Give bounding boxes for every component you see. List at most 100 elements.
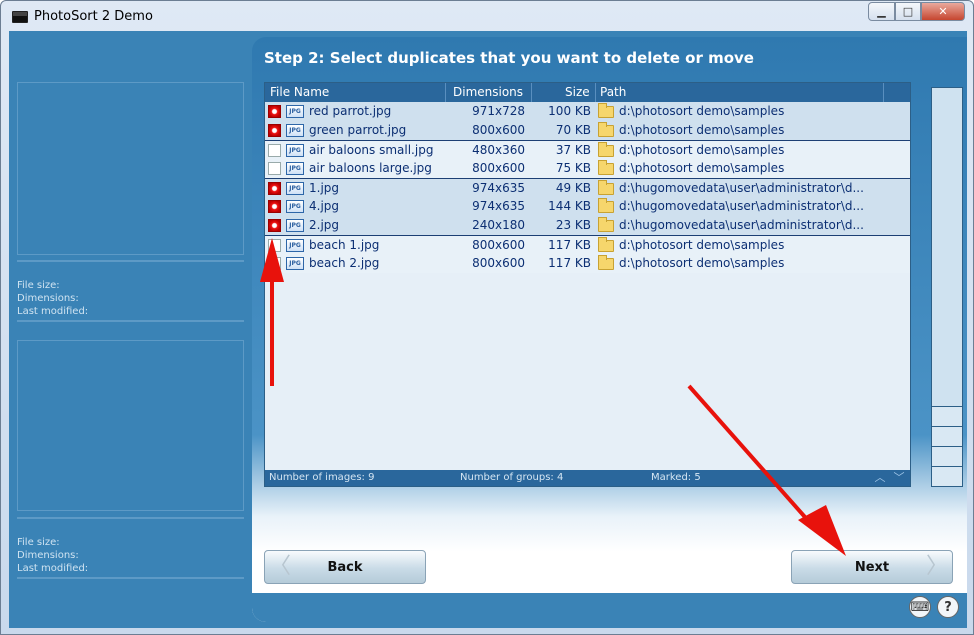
file-name-cell: 4.jpg	[309, 199, 340, 213]
close-button[interactable]: ✕	[921, 2, 965, 21]
file-name-cell: beach 1.jpg	[309, 238, 380, 252]
back-button[interactable]: 〈 Back	[264, 550, 426, 584]
file-name-cell: red parrot.jpg	[309, 104, 392, 118]
table-row[interactable]: JPG red parrot.jpg 971x728 100 KB d:\photoso…	[265, 102, 910, 121]
table-row[interactable]: JPG air baloons large.jpg 800x600 75 KB d:\p…	[265, 159, 910, 178]
scrollbar-segment[interactable]	[932, 406, 962, 426]
keyboard-icon[interactable]: ⌨	[909, 596, 931, 618]
table-footer: Number of images: 9 Number of groups: 4 …	[265, 470, 910, 486]
column-file-name[interactable]: File Name	[270, 85, 329, 99]
dimensions-cell: 971x728	[472, 104, 525, 118]
image-count: Number of images: 9	[269, 472, 375, 483]
jpg-file-icon: JPG	[286, 105, 304, 118]
table-body: JPG red parrot.jpg 971x728 100 KB d:\photoso…	[265, 102, 910, 273]
next-button[interactable]: Next 〉	[791, 550, 953, 584]
app-icon	[12, 11, 28, 23]
jpg-file-icon: JPG	[286, 239, 304, 252]
folder-icon	[598, 180, 614, 195]
duplicates-table: File Name Dimensions Size Path JPG red pa…	[264, 82, 911, 487]
vertical-scrollbar[interactable]	[931, 87, 963, 487]
jpg-file-icon: JPG	[286, 144, 304, 157]
column-path[interactable]: Path	[600, 85, 626, 99]
folder-icon	[598, 142, 614, 157]
back-chevron-icon: 〈	[269, 554, 292, 579]
main-panel: Step 2: Select duplicates that you want …	[252, 37, 967, 622]
table-row[interactable]: JPG 2.jpg 240x180 23 KB d:\hugomovedata\user…	[265, 216, 910, 235]
left-panel: File size: Dimensions: Last modified: Fi…	[9, 31, 249, 628]
dimensions-cell: 800x600	[472, 238, 525, 252]
preview-bottom-meta: File size: Dimensions: Last modified:	[17, 536, 88, 575]
path-cell: d:\photosort demo\samples	[619, 256, 785, 270]
preview-top	[17, 82, 244, 255]
dimensions-label: Dimensions:	[17, 293, 79, 304]
next-chevron-icon: 〉	[926, 554, 949, 579]
size-cell: 144 KB	[548, 199, 591, 213]
marked-checkbox-icon[interactable]	[268, 200, 281, 213]
size-cell: 70 KB	[555, 123, 591, 137]
column-size[interactable]: Size	[565, 85, 590, 99]
maximize-button[interactable]: □	[895, 2, 921, 21]
jpg-file-icon: JPG	[286, 200, 304, 213]
scrollbar-segment[interactable]	[932, 426, 962, 446]
table-row[interactable]: JPG 1.jpg 974x635 49 KB d:\hugomovedata\user…	[265, 178, 910, 197]
size-cell: 117 KB	[548, 238, 591, 252]
checkbox[interactable]	[268, 239, 281, 252]
file-name-cell: 1.jpg	[309, 181, 340, 195]
folder-icon	[598, 103, 614, 118]
last-modified-label: Last modified:	[17, 306, 89, 317]
marked-count: Marked: 5	[651, 472, 701, 483]
minimize-button[interactable]: ▁	[868, 2, 895, 21]
title-bar: PhotoSort 2 Demo ▁ □ ✕	[1, 1, 973, 31]
dimensions-cell: 974x635	[472, 199, 525, 213]
help-icon[interactable]: ?	[937, 596, 959, 618]
checkbox[interactable]	[268, 257, 281, 270]
minimize-icon: ▁	[877, 5, 886, 18]
table-row[interactable]: JPG green parrot.jpg 800x600 70 KB d:\photos…	[265, 121, 910, 140]
scrollbar-segment[interactable]	[932, 446, 962, 466]
jpg-file-icon: JPG	[286, 162, 304, 175]
path-cell: d:\photosort demo\samples	[619, 123, 785, 137]
scroll-down-icon[interactable]: ﹀	[892, 472, 906, 484]
column-divider	[531, 83, 532, 102]
jpg-file-icon: JPG	[286, 124, 304, 137]
back-label: Back	[327, 559, 363, 575]
separator	[17, 320, 244, 322]
preview-top-meta: File size: Dimensions: Last modified:	[17, 279, 88, 318]
table-row[interactable]: JPG 4.jpg 974x635 144 KB d:\hugomovedata\use…	[265, 197, 910, 216]
bottom-strip: ⌨ ?	[252, 593, 967, 622]
folder-icon	[598, 237, 614, 252]
folder-icon	[598, 122, 614, 137]
dimensions-label: Dimensions:	[17, 550, 79, 561]
preview-bottom	[17, 340, 244, 511]
table-row[interactable]: JPG beach 2.jpg 800x600 117 KB d:\photosort …	[265, 254, 910, 273]
checkbox[interactable]	[268, 162, 281, 175]
column-dimensions[interactable]: Dimensions	[453, 85, 523, 99]
scroll-up-icon[interactable]: ︿	[873, 472, 887, 484]
table-row[interactable]: JPG air baloons small.jpg 480x360 37 KB d:\p…	[265, 140, 910, 159]
file-name-cell: green parrot.jpg	[309, 123, 407, 137]
table-row[interactable]: JPG beach 1.jpg 800x600 117 KB d:\photosort …	[265, 235, 910, 254]
dimensions-cell: 240x180	[472, 218, 525, 232]
column-divider	[445, 83, 446, 102]
file-name-cell: beach 2.jpg	[309, 256, 380, 270]
path-cell: d:\hugomovedata\user\administrator\d...	[619, 199, 864, 213]
dimensions-cell: 800x600	[472, 123, 525, 137]
jpg-file-icon: JPG	[286, 182, 304, 195]
next-label: Next	[854, 559, 890, 575]
jpg-file-icon: JPG	[286, 257, 304, 270]
marked-checkbox-icon[interactable]	[268, 182, 281, 195]
scrollbar-segment[interactable]	[932, 466, 962, 486]
folder-icon	[598, 198, 614, 213]
marked-checkbox-icon[interactable]	[268, 124, 281, 137]
folder-icon	[598, 217, 614, 232]
file-size-label: File size:	[17, 280, 60, 291]
jpg-file-icon: JPG	[286, 219, 304, 232]
file-name-cell: 2.jpg	[309, 218, 340, 232]
marked-checkbox-icon[interactable]	[268, 105, 281, 118]
window-title: PhotoSort 2 Demo	[34, 9, 153, 24]
path-cell: d:\hugomovedata\user\administrator\d...	[619, 218, 864, 232]
dimensions-cell: 800x600	[472, 256, 525, 270]
maximize-icon: □	[902, 5, 914, 18]
marked-checkbox-icon[interactable]	[268, 219, 281, 232]
checkbox[interactable]	[268, 144, 281, 157]
